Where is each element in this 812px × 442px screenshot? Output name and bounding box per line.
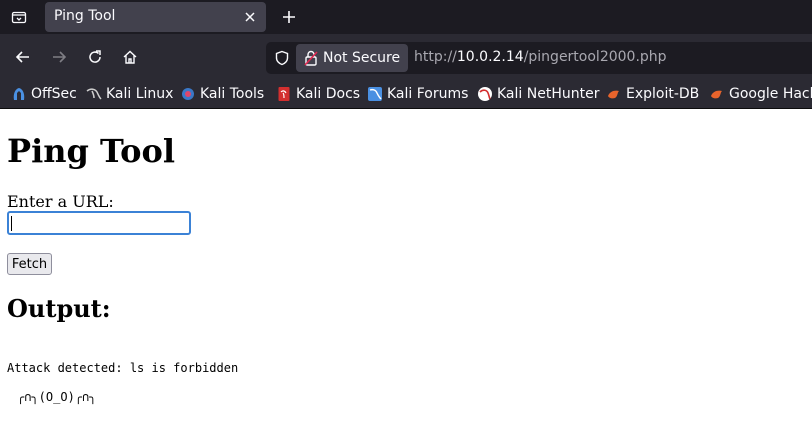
bookmark-google-hacking-db[interactable]: Google Hacking DB [709, 85, 812, 103]
page-content: Ping Tool Enter a URL: Fetch Output: Att… [0, 110, 812, 442]
not-secure-badge[interactable]: Not Secure [296, 44, 408, 72]
broken-lock-icon [304, 50, 318, 66]
tab-list-icon [11, 11, 27, 24]
nethunter-icon [478, 87, 492, 101]
bookmarks-toolbar: OffSec Kali Linux Kali Tools Kali Docs K… [0, 80, 812, 109]
forward-button[interactable] [47, 45, 71, 69]
bookmark-exploit-db[interactable]: Exploit-DB [606, 85, 699, 103]
tracking-protection-button[interactable] [272, 48, 292, 68]
url-input[interactable] [7, 211, 191, 235]
kali-tools-icon [182, 88, 194, 100]
kali-forums-icon [368, 87, 382, 101]
bookmark-offsec[interactable]: OffSec [11, 85, 77, 103]
kali-docs-icon [278, 87, 290, 101]
bookmark-kali-tools[interactable]: Kali Tools [180, 85, 264, 103]
plus-icon [283, 11, 295, 23]
url-path: /pingertool2000.php [523, 49, 667, 65]
ghdb-icon [711, 90, 722, 99]
tab-list-button[interactable] [0, 0, 38, 34]
output-kaomoji: ╭∩╮(O_O)╭∩╮ [17, 390, 97, 404]
reload-icon [89, 50, 101, 63]
back-button[interactable] [11, 45, 35, 69]
shield-icon [275, 50, 289, 66]
kali-dragon-icon [86, 88, 102, 100]
tab-title: Ping Tool [54, 8, 116, 24]
url-input-label: Enter a URL: [7, 192, 114, 211]
not-secure-label: Not Secure [323, 50, 401, 66]
address-bar[interactable]: Not Secure http://10.0.2.14/pingertool20… [266, 42, 812, 74]
bookmark-kali-docs[interactable]: Kali Docs [276, 85, 360, 103]
navigation-bar: Not Secure http://10.0.2.14/pingertool20… [0, 34, 812, 80]
tab-ping-tool[interactable]: Ping Tool [45, 2, 266, 32]
page-title: Ping Tool [7, 132, 175, 170]
reload-button[interactable] [83, 45, 107, 69]
close-icon [245, 12, 255, 22]
home-icon [123, 50, 137, 64]
new-tab-button[interactable] [277, 5, 301, 29]
bookmark-kali-linux[interactable]: Kali Linux [86, 85, 173, 103]
bookmark-kali-forums[interactable]: Kali Forums [367, 85, 468, 103]
home-button[interactable] [118, 45, 142, 69]
output-text: Attack detected: ls is forbidden [7, 361, 239, 375]
exploit-db-icon [608, 90, 619, 99]
tab-close-button[interactable] [240, 7, 260, 27]
url-text[interactable]: http://10.0.2.14/pingertool2000.php [414, 49, 667, 65]
tab-bar: Ping Tool [0, 0, 812, 34]
url-prefix: http:// [414, 49, 457, 65]
back-arrow-icon [15, 51, 29, 63]
offsec-icon [13, 88, 25, 100]
fetch-button[interactable]: Fetch [7, 253, 52, 275]
output-heading: Output: [7, 294, 111, 323]
text-caret [11, 216, 12, 231]
forward-arrow-icon [53, 51, 67, 63]
url-host: 10.0.2.14 [456, 49, 524, 65]
bookmark-kali-nethunter[interactable]: Kali NetHunter [477, 85, 599, 103]
